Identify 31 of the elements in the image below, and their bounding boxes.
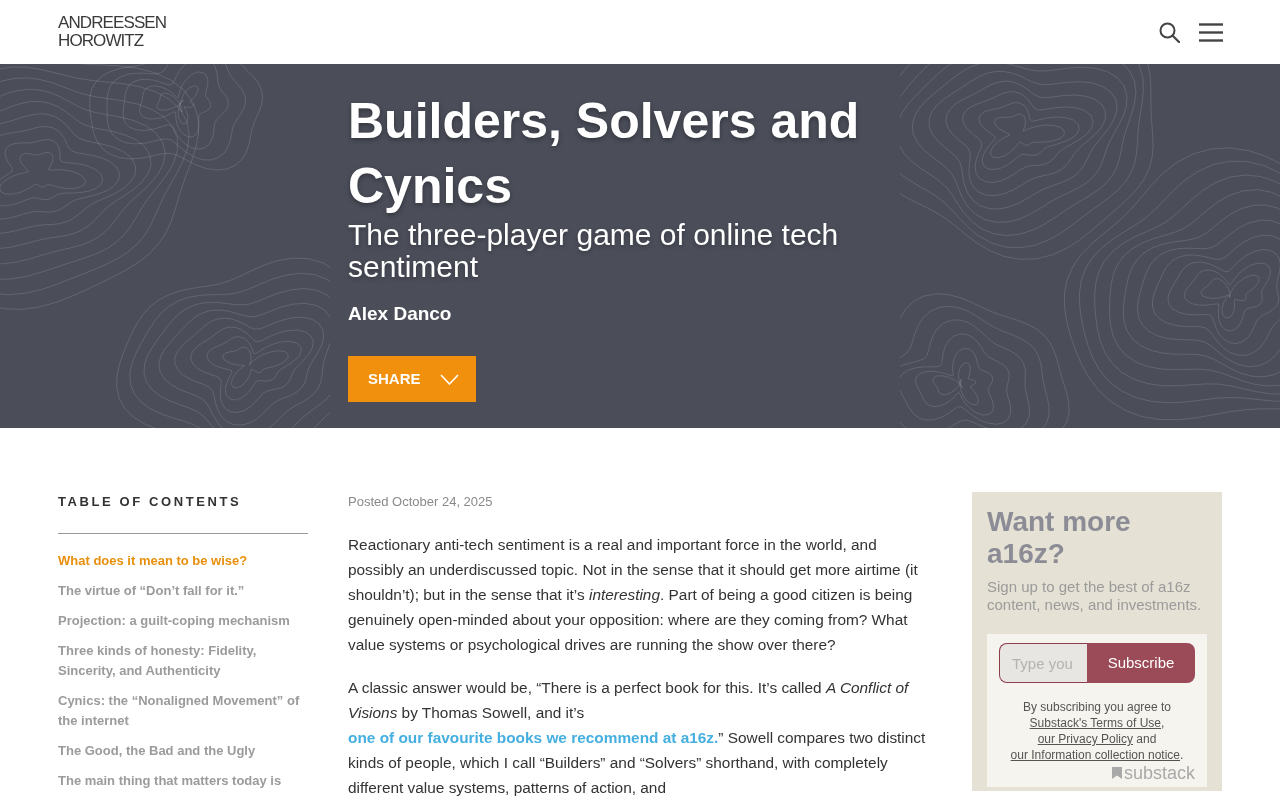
menu-button[interactable]	[1199, 22, 1223, 42]
promo-description: Sign up to get the best of a16z content, news, and investments.	[987, 578, 1203, 614]
substack-logo-text: substack	[1123, 763, 1195, 783]
subscribe-button[interactable]: Subscribe	[1087, 643, 1195, 683]
toc-link[interactable]: Cynics: the “Nonaligned Movement” of the internet	[58, 691, 308, 731]
article-paragraph: Reactionary anti-tech sentiment is a real and important force in the world, and possibly an underdiscussed topic. Not in the sense that it should get more airtime (it shouldn’t); but in the sense that it’s interesting. Part of being a good citizen is being genuinely open-minded about your opposition: where are they coming from? What value systems or psychological drives are running the show over there?	[348, 535, 919, 655]
legal-link[interactable]: Substack's Terms of Use	[1029, 716, 1162, 730]
toc-heading: TABLE OF CONTENTS	[58, 493, 243, 511]
article-paragraph: A classic answer would be, “There is a perfect book for this. It’s called A Conflict of Visions by Thomas Sowell, and it’s one of our favourite books we recommend at a16z.” Sowell compares two distinct kinds of people, which I call “Builders” and “Solvers” shorthand, with completely different value systems, patterns of action, and	[348, 678, 927, 798]
bookmark-icon	[1111, 767, 1122, 779]
legal-link[interactable]: our Information collection notice	[1010, 748, 1181, 762]
toc-link[interactable]: Projection: a guilt-coping mechanism	[58, 611, 308, 631]
article-title: Builders, Solvers and Cynics	[348, 92, 861, 216]
book-list-link[interactable]: one of our favourite books we recommend at a16z.	[348, 729, 719, 746]
toc-link[interactable]: The virtue of “Don’t fall for it.”	[58, 581, 308, 601]
author-name: Alex Danco	[348, 302, 453, 326]
posted-date: Posted October 24, 2025	[348, 493, 494, 511]
menu-icon	[1199, 22, 1223, 42]
toc-link[interactable]: The main thing that matters today is	[58, 771, 308, 791]
chevron-down-icon	[439, 373, 459, 385]
toc-link[interactable]: What does it mean to be wise?	[58, 551, 308, 571]
toc-link[interactable]: The Good, the Bad and the Ugly	[58, 741, 308, 761]
search-icon	[1159, 21, 1180, 43]
article-subtitle: The three-player game of online tech sentiment	[348, 219, 840, 283]
legal-notice: By subscribing you agree to Substack's Terms of Use, our Privacy Policy and our Information collection notice.	[1009, 699, 1185, 763]
logo-link[interactable]: ANDREESSEN HOROWITZ	[58, 14, 167, 50]
legal-link[interactable]: our Privacy Policy	[1037, 732, 1133, 746]
toc-link[interactable]: Three kinds of honesty: Fidelity, Sincerity, and Authenticity	[58, 641, 308, 681]
search-button[interactable]	[1159, 21, 1180, 43]
share-button[interactable]: SHARE	[348, 356, 476, 402]
promo-title: Want more a16z?	[987, 506, 1132, 570]
